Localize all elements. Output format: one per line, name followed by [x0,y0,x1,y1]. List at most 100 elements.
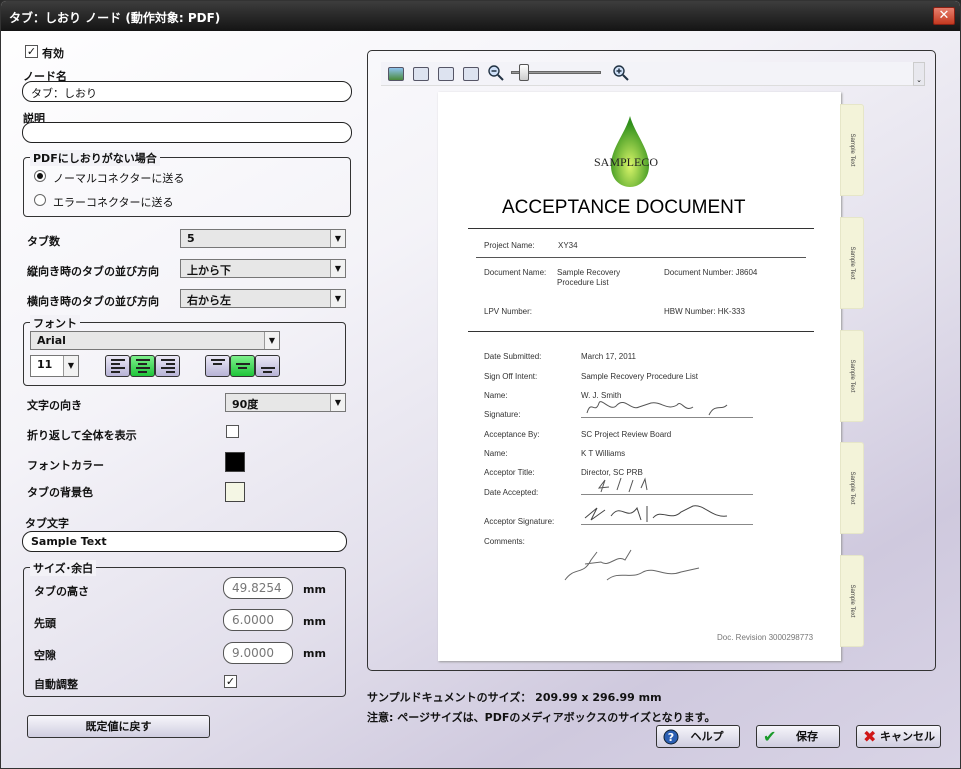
font-title: フォント [30,315,80,331]
portrait-order-value: 上から下 [187,264,231,277]
font-color-label: フォントカラー [27,459,104,472]
note-text: 注意: ページサイズは、PDFのメディアボックスのサイズとなります。 [367,711,716,724]
preview-acceptance-by: SC Project Review Board [581,430,672,439]
preview-date-accepted-label: Date Accepted: [484,488,539,497]
align-center-button[interactable] [130,355,155,377]
preview-name2: K T Williams [581,449,626,458]
radio-error-connector[interactable] [34,194,46,206]
gap-input[interactable]: 9.0000 [223,642,293,664]
preview-title: ACCEPTANCE DOCUMENT [502,197,746,218]
cancel-button[interactable]: ✖ キャンセル [856,725,941,748]
title-bar: タブ：しおり ノード (動作対象: PDF) ✕ [1,1,960,31]
preview-tab-3: Sample Text [840,330,864,422]
zoom-in-icon[interactable] [613,65,629,81]
valign-bottom-icon [260,365,275,375]
save-button[interactable]: ✔ 保存 [756,725,840,748]
text-direction-value: 90度 [232,398,259,411]
font-color-swatch[interactable] [225,452,245,472]
align-right-button[interactable] [155,355,180,377]
zoom-out-icon[interactable] [488,65,504,81]
fit-width-icon[interactable] [438,67,454,81]
valign-middle-button[interactable] [230,355,255,377]
gap-unit: mm [303,647,326,660]
font-family-select[interactable]: Arial ▼ [30,331,280,350]
align-right-icon [160,357,175,375]
valign-top-icon [210,357,225,367]
fit-page-icon[interactable] [413,67,429,81]
portrait-order-label: 縦向き時のタブの並び方向 [27,265,159,278]
help-label: ヘルプ [690,730,724,743]
reset-button[interactable]: 既定値に戻す [27,715,210,738]
text-direction-label: 文字の向き [27,399,82,412]
preview-tab-4: Sample Text [840,442,864,534]
font-size-select[interactable]: 11 ▼ [30,355,79,377]
chevron-down-icon: ▼ [330,260,345,277]
image-icon[interactable] [388,67,404,81]
doc-size-text: サンプルドキュメントのサイズ： 209.99 x 296.99 mm [367,691,662,704]
date-accepted-handwriting [597,477,648,493]
preview-tab-5-text: Sample Text [849,584,855,618]
radio-normal-connector[interactable] [34,170,46,182]
valign-top-button[interactable] [205,355,230,377]
comments-handwriting [564,549,700,581]
save-label: 保存 [796,730,818,743]
preview-rule-3 [468,331,814,332]
tab-height-input[interactable]: 49.8254 [223,577,293,599]
preview-tab-2-text: Sample Text [849,246,855,280]
tab-text-label: タブ文字 [25,517,69,530]
toolbar-scroll-icon[interactable]: ⌄ [913,62,925,86]
preview-project-label: Project Name: [484,241,535,250]
wrap-checkbox[interactable] [226,425,239,438]
valign-bottom-button[interactable] [255,355,280,377]
chevron-down-icon: ▼ [330,394,345,411]
wrap-label: 折り返して全体を表示 [27,429,137,442]
preview-signoff-label: Sign Off Intent: [484,372,538,381]
align-left-button[interactable] [105,355,130,377]
preview-name1-label: Name: [484,391,508,400]
preview-docname-2: Procedure List [557,278,609,287]
actual-size-icon[interactable] [463,67,479,81]
tab-count-select[interactable]: 5 ▼ [180,229,346,248]
preview-rule-2 [476,257,806,258]
head-unit: mm [303,615,326,628]
signature-2-image [584,505,728,522]
no-bookmark-title: PDFにしおりがない場合 [30,150,160,166]
text-direction-select[interactable]: 90度 ▼ [225,393,346,412]
tab-text-input[interactable]: Sample Text [22,531,347,552]
head-input[interactable]: 6.0000 [223,609,293,631]
sampleco-logo-drop [611,116,649,187]
landscape-order-value: 右から左 [187,294,231,307]
landscape-order-label: 横向き時のタブの並び方向 [27,295,159,308]
preview-tab-4-text: Sample Text [849,471,855,505]
size-title: サイズ･余白 [30,560,97,576]
node-name-input[interactable]: タブ：しおり [22,81,352,102]
close-button[interactable]: ✕ [933,7,955,25]
preview-company: SAMPLECO [594,155,659,169]
zoom-slider-thumb[interactable] [519,64,529,81]
preview-date-submitted: March 17, 2011 [581,352,636,361]
dialog-window: タブ：しおり ノード (動作対象: PDF) ✕ ✓ 有効 ノード名 タブ：しお… [0,0,961,769]
chevron-down-icon: ▼ [63,356,78,376]
chevron-down-icon: ▼ [330,290,345,307]
preview-docnumber: Document Number: J8604 [664,268,758,277]
preview-comments-label: Comments: [484,537,525,546]
description-input[interactable] [22,122,352,143]
preview-lpv: LPV Number: [484,307,533,316]
signature-1-image [586,401,728,416]
preview-project-value: XY34 [558,241,578,250]
preview-tab-5: Sample Text [840,555,864,647]
svg-text:?: ? [668,731,674,744]
help-icon: ? [663,729,679,745]
portrait-order-select[interactable]: 上から下 ▼ [180,259,346,278]
auto-checkbox[interactable]: ✓ [224,675,237,688]
font-size-value: 11 [37,358,53,371]
preview-signature-label: Signature: [484,410,521,419]
preview-signoff: Sample Recovery Procedure List [581,372,698,381]
align-center-icon [135,357,150,375]
tab-bg-swatch[interactable] [225,482,245,502]
enabled-checkbox[interactable]: ✓ [25,45,38,58]
auto-label: 自動調整 [34,678,78,691]
landscape-order-select[interactable]: 右から左 ▼ [180,289,346,308]
head-label: 先頭 [34,617,56,630]
help-button[interactable]: ? ヘルプ [656,725,740,748]
